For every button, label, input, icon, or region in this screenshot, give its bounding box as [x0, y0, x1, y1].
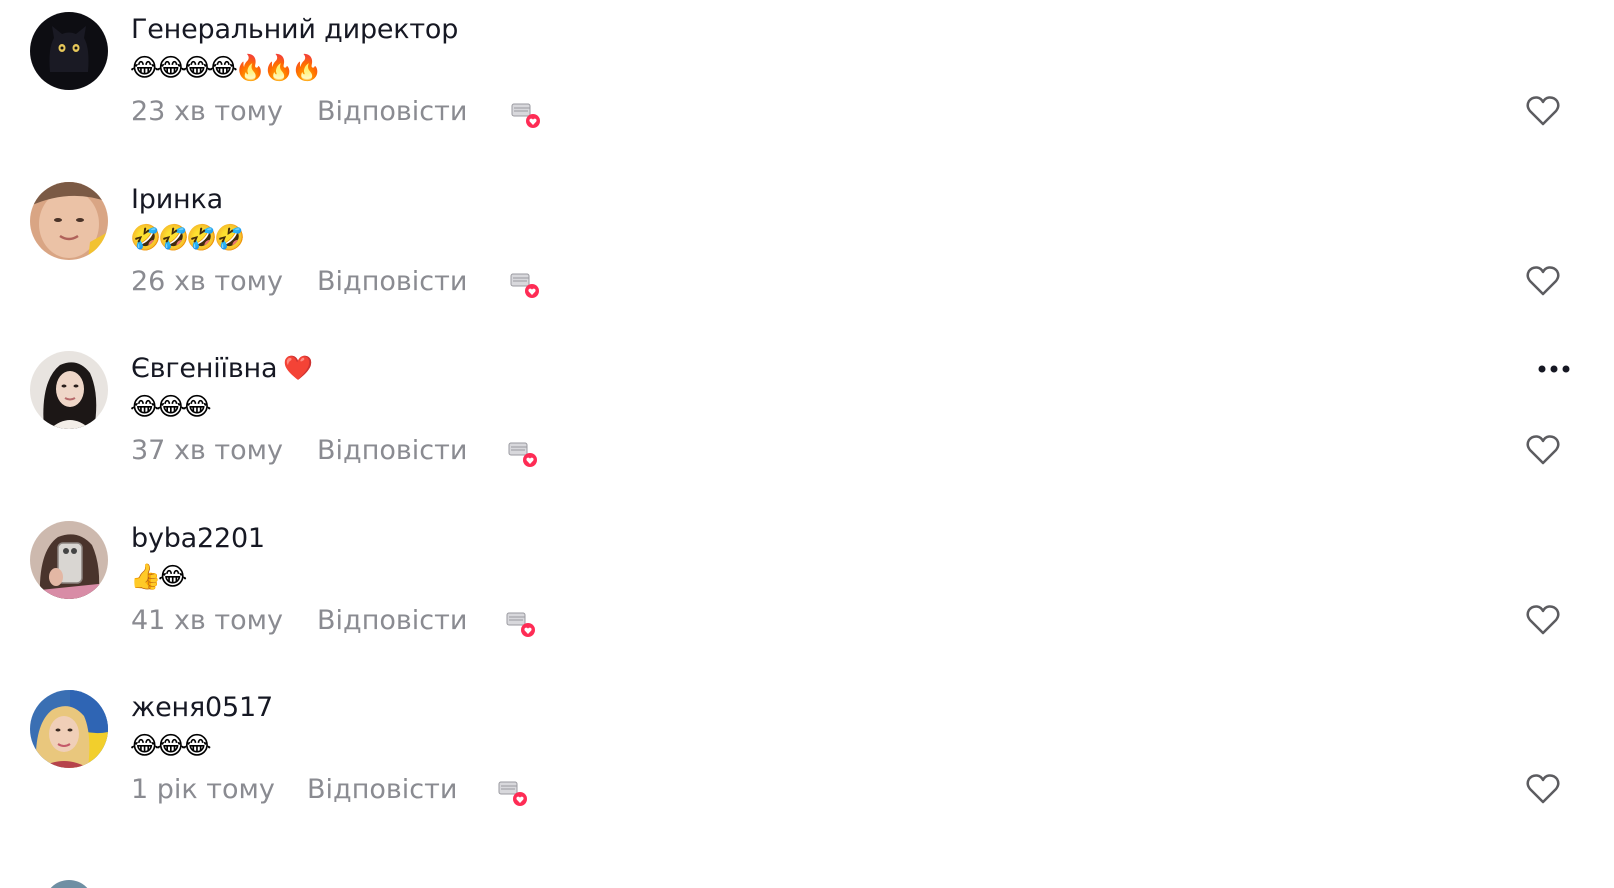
creator-liked-icon — [497, 778, 527, 808]
comment-timestamp: 1 рік тому — [131, 773, 275, 805]
comment-timestamp: 26 хв тому — [131, 265, 284, 297]
more-dots-icon[interactable] — [1534, 359, 1574, 379]
comment-username[interactable]: Євгеніївна ❤️ — [131, 353, 313, 384]
avatar[interactable] — [30, 12, 108, 90]
heart-outline-icon[interactable] — [1525, 434, 1561, 466]
comment-item: byba2201 👍😂 41 хв тому Відповісти — [0, 509, 1614, 679]
comment-item: Євгеніївна ❤️ 😂😂😂 37 хв тому Відповісти — [0, 339, 1614, 509]
reply-button[interactable]: Відповісти — [307, 774, 457, 805]
avatar[interactable] — [30, 182, 108, 260]
creator-liked-icon — [507, 439, 537, 469]
comment-meta: 1 рік тому Відповісти — [131, 771, 457, 807]
reply-button[interactable]: Відповісти — [317, 266, 467, 297]
comment-meta: 41 хв тому Відповісти — [131, 602, 467, 638]
heart-outline-icon[interactable] — [1525, 773, 1561, 805]
heart-outline-icon[interactable] — [1525, 604, 1561, 636]
comment-username[interactable]: женя0517 — [131, 692, 273, 723]
comment-username[interactable]: byba2201 — [131, 523, 265, 554]
avatar[interactable] — [30, 521, 108, 599]
creator-liked-icon — [509, 270, 539, 300]
comment-meta: 26 хв тому Відповісти — [131, 263, 467, 299]
comment-timestamp: 37 хв тому — [131, 434, 284, 466]
comment-text: 👍😂 — [130, 562, 187, 591]
avatar[interactable] — [30, 690, 108, 768]
avatar[interactable] — [30, 351, 108, 429]
comment-item: Генеральний директор 😂😂😂😂🔥🔥🔥 23 хв тому … — [0, 0, 1614, 170]
comment-text: 😂😂😂😂🔥🔥🔥 — [130, 53, 322, 82]
reply-button[interactable]: Відповісти — [317, 605, 467, 636]
comment-username[interactable]: Іринка — [131, 184, 223, 215]
reply-button[interactable]: Відповісти — [317, 435, 467, 466]
comment-timestamp: 41 хв тому — [131, 604, 284, 636]
comment-item: Іринка 🤣🤣🤣🤣 26 хв тому Відповісти — [0, 170, 1614, 340]
red-heart-icon: ❤️ — [283, 354, 314, 382]
comment-text: 😂😂😂 — [130, 731, 212, 760]
comment-text: 😂😂😂 — [130, 392, 212, 421]
comment-meta: 23 хв тому Відповісти — [131, 93, 467, 129]
comment-list: Генеральний директор 😂😂😂😂🔥🔥🔥 23 хв тому … — [0, 0, 1614, 888]
heart-outline-icon[interactable] — [1525, 265, 1561, 297]
comment-item: женя0517 😂😂😂 1 рік тому Відповісти — [0, 678, 1614, 848]
creator-liked-icon — [510, 100, 540, 130]
comment-username[interactable]: Генеральний директор — [131, 14, 458, 45]
heart-outline-icon[interactable] — [1525, 95, 1561, 127]
username-text: Євгеніївна — [131, 353, 278, 384]
comment-timestamp: 23 хв тому — [131, 95, 284, 127]
comment-text: 🤣🤣🤣🤣 — [130, 223, 246, 252]
comment-meta: 37 хв тому Відповісти — [131, 432, 467, 468]
creator-liked-icon — [505, 609, 535, 639]
reply-button[interactable]: Відповісти — [317, 96, 467, 127]
avatar[interactable] — [44, 880, 94, 888]
